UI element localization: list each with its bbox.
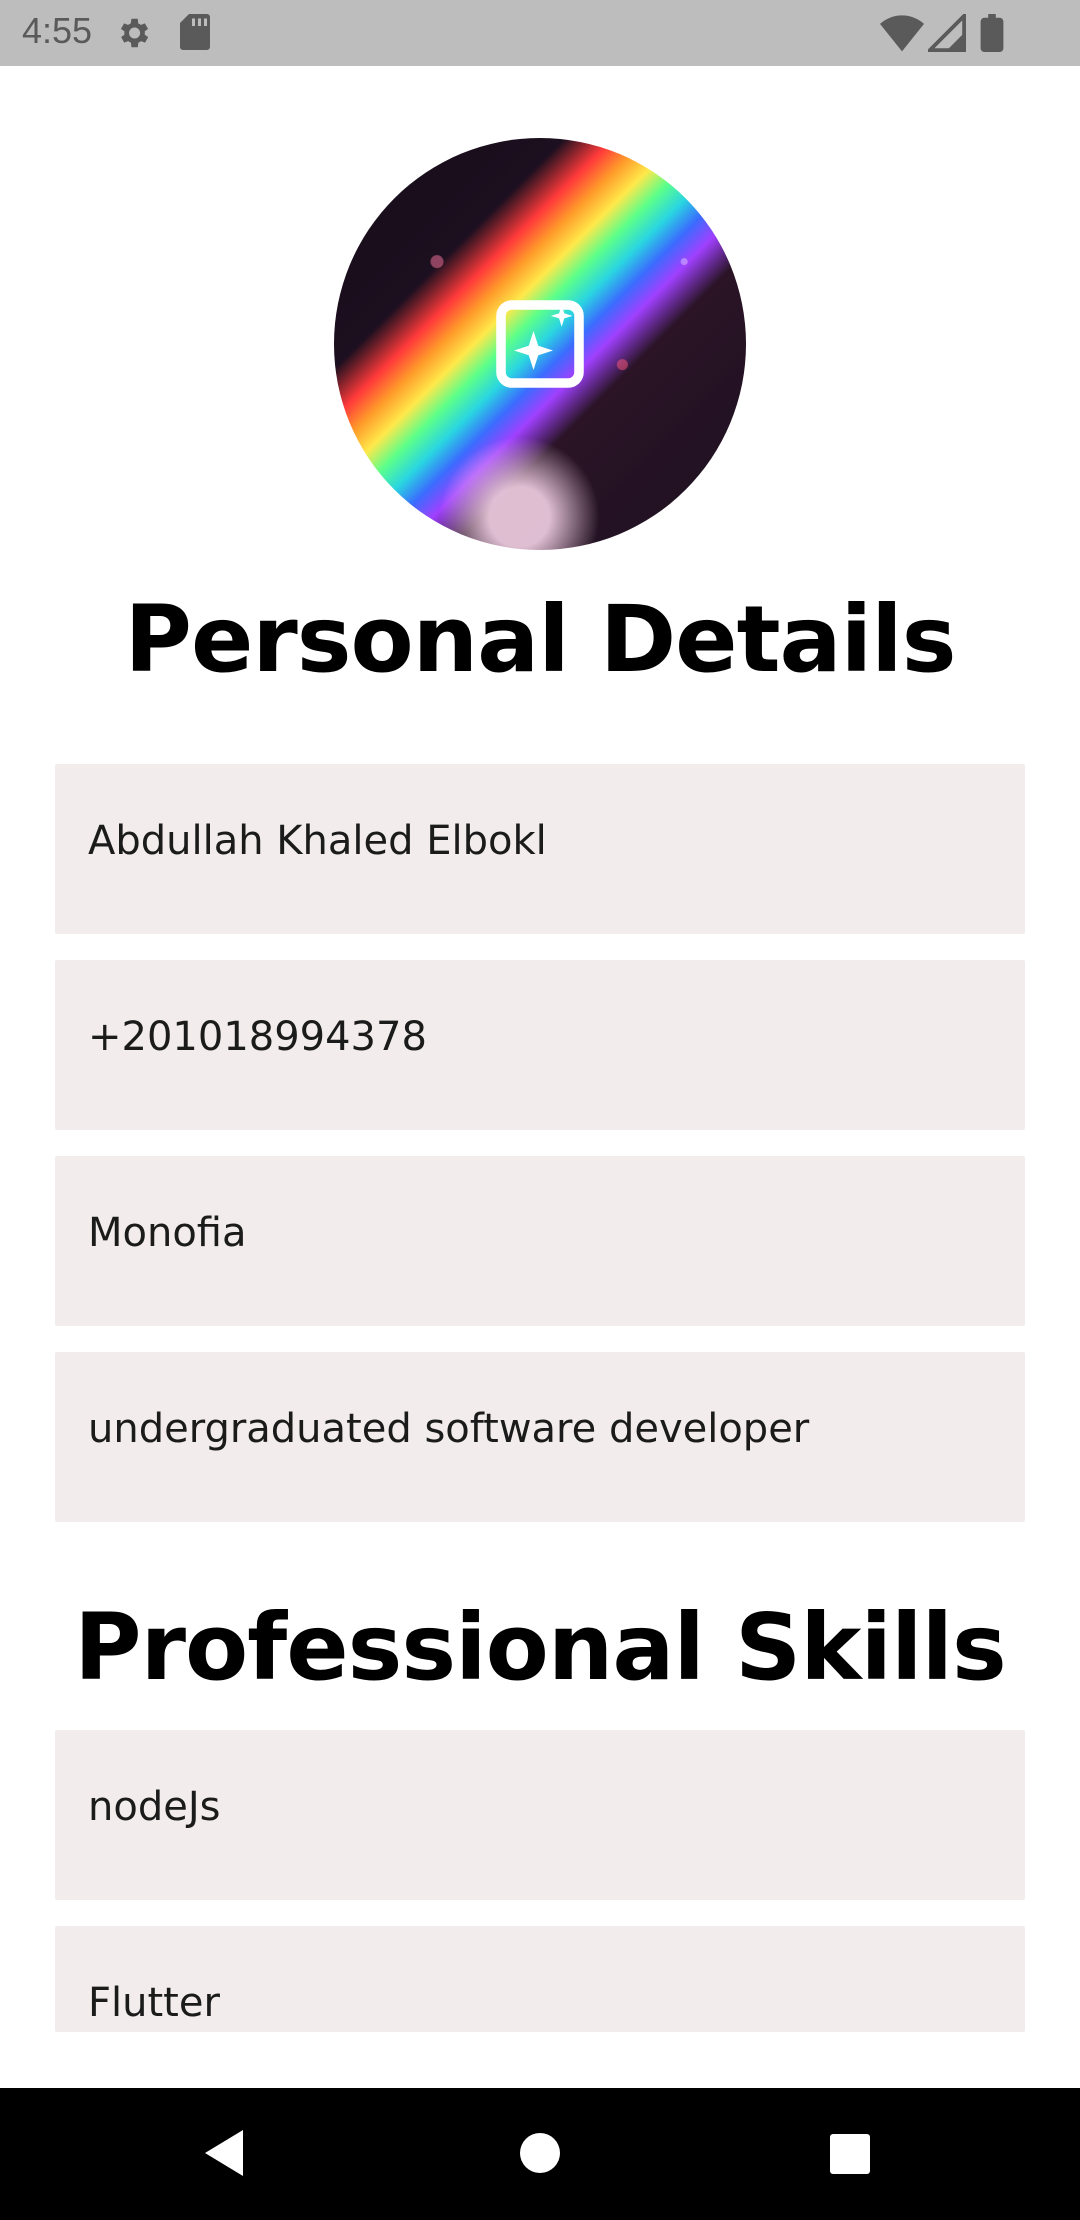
profile-screen[interactable]: Personal Details Abdullah Khaled Elbokl … xyxy=(0,66,1080,2032)
location-value: Monofia xyxy=(88,1210,247,1256)
skill-item[interactable]: nodeJs xyxy=(55,1730,1025,1900)
wifi-icon xyxy=(880,15,924,52)
skill-value: Flutter xyxy=(88,1980,220,2026)
profile-avatar[interactable] xyxy=(334,138,746,550)
phone-value: +201018994378 xyxy=(88,1014,427,1060)
job-title-field[interactable]: undergraduated software developer xyxy=(55,1352,1025,1522)
skill-value: nodeJs xyxy=(88,1784,221,1830)
navigation-bar xyxy=(0,2088,1080,2220)
personal-details-title: Personal Details xyxy=(124,586,957,693)
add-photo-sparkle-icon[interactable] xyxy=(488,292,592,396)
skill-item[interactable]: Flutter xyxy=(55,1926,1025,2032)
professional-skills-title: Professional Skills xyxy=(74,1594,1007,1701)
sd-card-icon xyxy=(180,14,210,50)
job-title-value: undergraduated software developer xyxy=(88,1406,810,1452)
name-field[interactable]: Abdullah Khaled Elbokl xyxy=(55,764,1025,934)
back-icon[interactable] xyxy=(203,2128,247,2178)
battery-icon xyxy=(980,14,1004,52)
location-field[interactable]: Monofia xyxy=(55,1156,1025,1326)
recents-icon[interactable] xyxy=(828,2132,872,2176)
settings-gear-icon xyxy=(120,18,149,48)
home-icon[interactable] xyxy=(518,2131,562,2175)
status-bar: 4:55 xyxy=(0,0,1080,66)
phone-field[interactable]: +201018994378 xyxy=(55,960,1025,1130)
cell-signal-icon xyxy=(928,14,966,52)
status-time: 4:55 xyxy=(22,10,93,51)
name-value: Abdullah Khaled Elbokl xyxy=(88,818,547,864)
